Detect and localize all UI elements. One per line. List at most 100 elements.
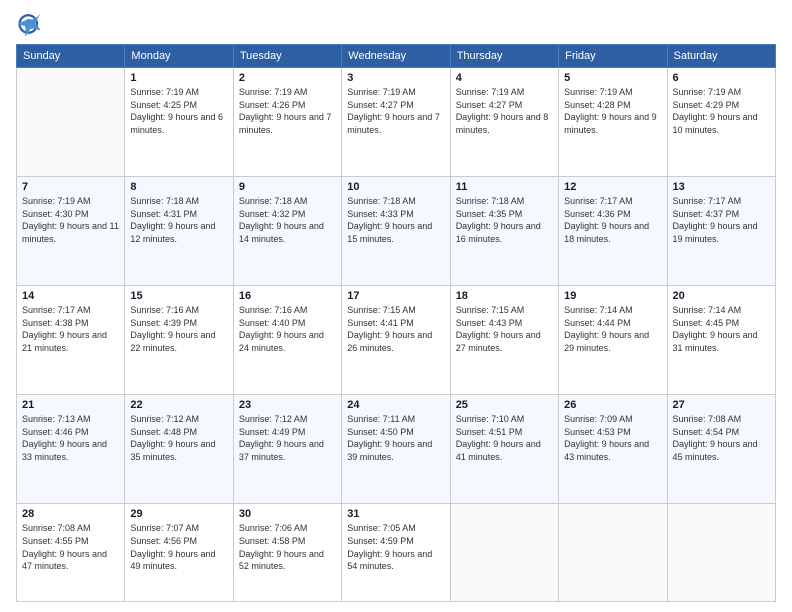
weekday-header-wednesday: Wednesday [342,45,450,68]
day-detail: Sunrise: 7:14 AM Sunset: 4:44 PM Dayligh… [564,304,661,354]
day-number: 11 [456,181,553,193]
calendar-week-row: 28 Sunrise: 7:08 AM Sunset: 4:55 PM Dayli… [17,504,776,602]
calendar-cell: 13 Sunrise: 7:17 AM Sunset: 4:37 PM Dayli… [667,177,775,286]
day-detail: Sunrise: 7:16 AM Sunset: 4:40 PM Dayligh… [239,304,336,354]
day-detail: Sunrise: 7:19 AM Sunset: 4:27 PM Dayligh… [456,86,553,136]
day-detail: Sunrise: 7:19 AM Sunset: 4:27 PM Dayligh… [347,86,444,136]
day-number: 2 [239,72,336,84]
weekday-header-sunday: Sunday [17,45,125,68]
weekday-header-row: SundayMondayTuesdayWednesdayThursdayFrid… [17,45,776,68]
day-detail: Sunrise: 7:12 AM Sunset: 4:48 PM Dayligh… [130,413,227,463]
day-number: 8 [130,181,227,193]
logo-icon [16,10,44,38]
day-number: 20 [673,290,770,302]
day-number: 15 [130,290,227,302]
page: SundayMondayTuesdayWednesdayThursdayFrid… [0,0,792,612]
logo [16,10,48,38]
day-detail: Sunrise: 7:08 AM Sunset: 4:54 PM Dayligh… [673,413,770,463]
day-number: 1 [130,72,227,84]
day-number: 25 [456,399,553,411]
calendar-week-row: 1 Sunrise: 7:19 AM Sunset: 4:25 PM Daylig… [17,68,776,177]
day-number: 14 [22,290,119,302]
calendar-cell [17,68,125,177]
weekday-header-thursday: Thursday [450,45,558,68]
day-number: 22 [130,399,227,411]
day-detail: Sunrise: 7:14 AM Sunset: 4:45 PM Dayligh… [673,304,770,354]
day-detail: Sunrise: 7:19 AM Sunset: 4:26 PM Dayligh… [239,86,336,136]
weekday-header-monday: Monday [125,45,233,68]
header [16,10,776,38]
day-number: 6 [673,72,770,84]
day-detail: Sunrise: 7:10 AM Sunset: 4:51 PM Dayligh… [456,413,553,463]
day-number: 19 [564,290,661,302]
day-detail: Sunrise: 7:11 AM Sunset: 4:50 PM Dayligh… [347,413,444,463]
day-number: 13 [673,181,770,193]
day-detail: Sunrise: 7:12 AM Sunset: 4:49 PM Dayligh… [239,413,336,463]
day-detail: Sunrise: 7:18 AM Sunset: 4:31 PM Dayligh… [130,195,227,245]
day-detail: Sunrise: 7:17 AM Sunset: 4:38 PM Dayligh… [22,304,119,354]
day-detail: Sunrise: 7:19 AM Sunset: 4:29 PM Dayligh… [673,86,770,136]
day-number: 24 [347,399,444,411]
calendar-cell: 14 Sunrise: 7:17 AM Sunset: 4:38 PM Dayli… [17,286,125,395]
calendar-week-row: 21 Sunrise: 7:13 AM Sunset: 4:46 PM Dayli… [17,395,776,504]
calendar-cell: 27 Sunrise: 7:08 AM Sunset: 4:54 PM Dayli… [667,395,775,504]
calendar-cell: 22 Sunrise: 7:12 AM Sunset: 4:48 PM Dayli… [125,395,233,504]
calendar-table: SundayMondayTuesdayWednesdayThursdayFrid… [16,44,776,602]
day-detail: Sunrise: 7:07 AM Sunset: 4:56 PM Dayligh… [130,522,227,572]
calendar-week-row: 14 Sunrise: 7:17 AM Sunset: 4:38 PM Dayli… [17,286,776,395]
calendar-cell [667,504,775,602]
day-number: 27 [673,399,770,411]
calendar-cell: 10Sunrise: 7:18 AM Sunset: 4:33 PM Dayli… [342,177,450,286]
day-number: 12 [564,181,661,193]
day-detail: Sunrise: 7:18 AM Sunset: 4:35 PM Dayligh… [456,195,553,245]
day-number: 28 [22,508,119,520]
calendar-cell: 18Sunrise: 7:15 AM Sunset: 4:43 PM Dayli… [450,286,558,395]
calendar-cell [450,504,558,602]
day-number: 29 [130,508,227,520]
day-detail: Sunrise: 7:18 AM Sunset: 4:33 PM Dayligh… [347,195,444,245]
calendar-cell: 15Sunrise: 7:16 AM Sunset: 4:39 PM Dayli… [125,286,233,395]
day-number: 4 [456,72,553,84]
day-detail: Sunrise: 7:18 AM Sunset: 4:32 PM Dayligh… [239,195,336,245]
day-detail: Sunrise: 7:05 AM Sunset: 4:59 PM Dayligh… [347,522,444,572]
calendar-cell: 17 Sunrise: 7:15 AM Sunset: 4:41 PM Dayli… [342,286,450,395]
calendar-cell: 16Sunrise: 7:16 AM Sunset: 4:40 PM Dayli… [233,286,341,395]
calendar-cell: 7 Sunrise: 7:19 AM Sunset: 4:30 PM Daylig… [17,177,125,286]
calendar-cell: 3 Sunrise: 7:19 AM Sunset: 4:27 PM Daylig… [342,68,450,177]
calendar-cell: 12 Sunrise: 7:17 AM Sunset: 4:36 PM Dayli… [559,177,667,286]
day-number: 31 [347,508,444,520]
day-detail: Sunrise: 7:15 AM Sunset: 4:41 PM Dayligh… [347,304,444,354]
calendar-cell: 30 Sunrise: 7:06 AM Sunset: 4:58 PM Dayli… [233,504,341,602]
day-number: 17 [347,290,444,302]
day-number: 21 [22,399,119,411]
weekday-header-friday: Friday [559,45,667,68]
calendar-cell: 9 Sunrise: 7:18 AM Sunset: 4:32 PM Daylig… [233,177,341,286]
calendar-cell: 8 Sunrise: 7:18 AM Sunset: 4:31 PM Daylig… [125,177,233,286]
day-detail: Sunrise: 7:08 AM Sunset: 4:55 PM Dayligh… [22,522,119,572]
calendar-cell: 23 Sunrise: 7:12 AM Sunset: 4:49 PM Dayli… [233,395,341,504]
day-number: 30 [239,508,336,520]
day-number: 18 [456,290,553,302]
calendar-cell: 4 Sunrise: 7:19 AM Sunset: 4:27 PM Daylig… [450,68,558,177]
day-number: 23 [239,399,336,411]
day-detail: Sunrise: 7:17 AM Sunset: 4:37 PM Dayligh… [673,195,770,245]
day-detail: Sunrise: 7:19 AM Sunset: 4:28 PM Dayligh… [564,86,661,136]
day-number: 5 [564,72,661,84]
calendar-cell: 31 Sunrise: 7:05 AM Sunset: 4:59 PM Dayli… [342,504,450,602]
day-detail: Sunrise: 7:13 AM Sunset: 4:46 PM Dayligh… [22,413,119,463]
day-number: 7 [22,181,119,193]
day-number: 3 [347,72,444,84]
day-number: 26 [564,399,661,411]
day-detail: Sunrise: 7:06 AM Sunset: 4:58 PM Dayligh… [239,522,336,572]
calendar-cell: 29 Sunrise: 7:07 AM Sunset: 4:56 PM Dayli… [125,504,233,602]
day-number: 9 [239,181,336,193]
day-detail: Sunrise: 7:19 AM Sunset: 4:30 PM Dayligh… [22,195,119,245]
calendar-cell: 5 Sunrise: 7:19 AM Sunset: 4:28 PM Daylig… [559,68,667,177]
day-detail: Sunrise: 7:17 AM Sunset: 4:36 PM Dayligh… [564,195,661,245]
calendar-cell: 6 Sunrise: 7:19 AM Sunset: 4:29 PM Daylig… [667,68,775,177]
calendar-cell: 19 Sunrise: 7:14 AM Sunset: 4:44 PM Dayli… [559,286,667,395]
calendar-cell: 24 Sunrise: 7:11 AM Sunset: 4:50 PM Dayli… [342,395,450,504]
weekday-header-saturday: Saturday [667,45,775,68]
day-detail: Sunrise: 7:19 AM Sunset: 4:25 PM Dayligh… [130,86,227,136]
calendar-cell: 26Sunrise: 7:09 AM Sunset: 4:53 PM Dayli… [559,395,667,504]
